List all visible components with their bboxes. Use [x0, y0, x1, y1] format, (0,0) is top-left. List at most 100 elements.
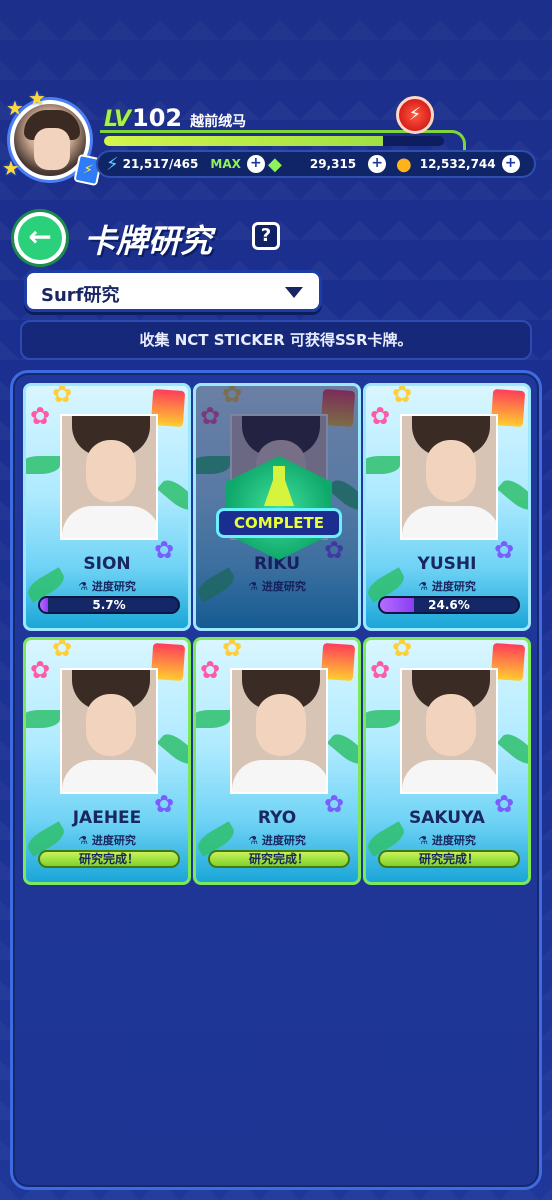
photo-face [86, 440, 136, 502]
gems-resource: ◆ 29,315 + [268, 152, 387, 176]
add-stamina-button[interactable]: + [246, 155, 265, 173]
research-label: ⚗ 进度研究 [196, 832, 358, 848]
gems-value: 29,315 [309, 157, 357, 171]
flask-icon: ⚗ [78, 580, 89, 593]
hibiscus-icon: ✿ [30, 402, 51, 430]
level-row: LV 102 越前绒马 [104, 104, 246, 134]
leaf-decoration [26, 456, 60, 474]
xp-fill [104, 136, 383, 146]
research-label: ⚗ 进度研究 [26, 578, 188, 594]
research-label: ⚗ 进度研究 [366, 578, 528, 594]
research-label: ⚗ 进度研究 [366, 832, 528, 848]
photo-face [86, 694, 136, 756]
coin-icon: ● [396, 153, 412, 175]
research-label-text: 进度研究 [91, 834, 136, 847]
leaf-decoration [196, 710, 230, 728]
stamina-resource: ⚡ 21,517/465 MAX + [106, 152, 265, 176]
level-number: 102 [132, 104, 183, 132]
research-done-bar: 研究完成！ [378, 850, 520, 868]
member-name: SION [83, 554, 131, 574]
stamina-max-tag: MAX [210, 157, 241, 171]
flask-icon: ⚗ [78, 834, 89, 847]
leaf-decoration [26, 710, 60, 728]
resource-bar: ⚡ 21,517/465 MAX + ◆ 29,315 + ● 12,532,7… [96, 150, 536, 178]
complete-badge: COMPLETE [216, 456, 342, 560]
back-button[interactable]: ← [14, 212, 66, 264]
star-icon: ★ [28, 86, 46, 110]
member-card[interactable]: ✿ ✿ ✿ SION ⚗ 进度研究 5.7% [23, 383, 191, 631]
research-done-bar: 研究完成！ [38, 850, 180, 868]
research-category-dropdown[interactable]: Surf研究 [24, 270, 322, 312]
coins-resource: ● 12,532,744 + [396, 152, 520, 176]
research-progress-bar: 5.7% [38, 596, 180, 614]
member-photo [400, 414, 498, 540]
coins-value: 12,532,744 [419, 157, 496, 171]
leaf-decoration [496, 729, 528, 769]
flower-icon: ✿ [52, 383, 73, 408]
member-name: SAKUYA [409, 808, 485, 828]
player-avatar-frame[interactable]: ★ ★ ★ ⚡ [2, 86, 103, 187]
photo-body [232, 760, 326, 792]
member-name: RYO [257, 808, 297, 828]
research-label-text: 进度研究 [431, 580, 476, 593]
member-card[interactable]: ✿ ✿ ✿ JAEHEE ⚗ 进度研究 研究完成！ [23, 637, 191, 885]
research-done-bar: 研究完成！ [208, 850, 350, 868]
add-coins-button[interactable]: + [501, 155, 520, 173]
photo-body [62, 506, 156, 538]
photo-body [402, 760, 496, 792]
photo-face [426, 440, 476, 502]
add-gems-button[interactable]: + [368, 155, 387, 173]
hibiscus-icon: ✿ [200, 656, 221, 684]
research-label-text: 进度研究 [91, 580, 136, 593]
alarm-clock-icon[interactable]: ⚡ [396, 96, 434, 134]
info-banner: 收集 NCT STICKER 可获得SSR卡牌。 [20, 320, 532, 360]
player-name: 越前绒马 [190, 114, 247, 130]
leaf-decoration [156, 475, 188, 515]
member-photo [60, 414, 158, 540]
photo-body [62, 760, 156, 792]
member-card[interactable]: ✿ ✿ ✿ YUSHI ⚗ 进度研究 24.6% [363, 383, 531, 631]
avatar-face [34, 128, 70, 170]
hibiscus-icon: ✿ [370, 656, 391, 684]
leaf-decoration [326, 729, 358, 769]
level-tag: LV [104, 107, 131, 132]
research-label-text: 进度研究 [431, 834, 476, 847]
photo-face [426, 694, 476, 756]
star-icon: ★ [6, 96, 24, 120]
dropdown-selected-label: Surf研究 [41, 285, 120, 306]
member-name: YUSHI [417, 554, 477, 574]
member-photo [230, 668, 328, 794]
member-card[interactable]: ✿ ✿ ✿ SAKUYA ⚗ 进度研究 研究完成！ [363, 637, 531, 885]
member-name: JAEHEE [72, 808, 142, 828]
photo-face [256, 694, 306, 756]
leaf-decoration [156, 729, 188, 769]
hibiscus-icon: ✿ [370, 402, 391, 430]
progress-text: 24.6% [428, 598, 470, 612]
leaf-decoration [496, 475, 528, 515]
xp-bar [104, 136, 444, 146]
research-progress-bar: 24.6% [378, 596, 520, 614]
stamina-value: 21,517/465 [122, 157, 199, 171]
back-arrow-icon: ← [28, 220, 52, 253]
card-panel: ✿✿✿SION⚗ 进度研究5.7%✿✿✿RIKU⚗ 进度研究COMPLETE✿✿… [10, 370, 542, 1190]
leaf-decoration [366, 710, 400, 728]
progress-text: 5.7% [92, 598, 126, 612]
research-label-text: 进度研究 [261, 834, 306, 847]
flask-icon: ⚗ [418, 580, 429, 593]
leaf-decoration [366, 456, 400, 474]
flower-icon: ✿ [392, 383, 413, 408]
top-status-bar: ★ ★ ★ ⚡ LV 102 越前绒马 ⚡ ⚡ 21,517/465 MAX +… [0, 86, 552, 190]
flask-icon: ⚗ [248, 834, 259, 847]
gem-icon: ◆ [268, 153, 282, 175]
member-card[interactable]: ✿✿✿RIKU⚗ 进度研究COMPLETE [193, 383, 361, 631]
help-button[interactable]: ? [252, 222, 280, 250]
complete-label: COMPLETE [216, 508, 342, 538]
flask-icon: ⚗ [418, 834, 429, 847]
title-row: ← 卡牌研究 ? [14, 206, 534, 266]
star-icon: ★ [2, 156, 20, 180]
flower-icon: ✿ [52, 637, 73, 662]
member-card[interactable]: ✿ ✿ ✿ RYO ⚗ 进度研究 研究完成！ [193, 637, 361, 885]
research-label: ⚗ 进度研究 [26, 832, 188, 848]
photo-body [402, 506, 496, 538]
member-photo [400, 668, 498, 794]
